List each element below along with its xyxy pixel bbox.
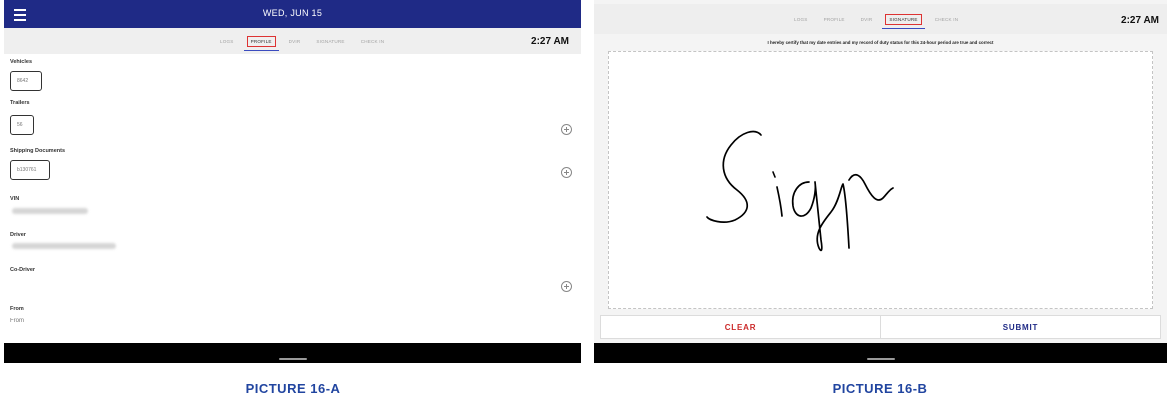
signature-stroke [706,130,894,252]
tab-bar: LOGS PROFILE DVIR SIGNATURE CHECK IN 2:2… [4,28,581,54]
tab-dvir[interactable]: DVIR [286,37,304,46]
moon-icon[interactable] [558,5,572,21]
from-label: From [10,306,24,312]
tab-logs[interactable]: LOGS [217,37,237,46]
caption-picture-a: PICTURE 16-A [245,381,341,396]
clear-button[interactable]: CLEAR [601,316,880,338]
submit-button[interactable]: SUBMIT [880,316,1160,338]
vehicles-label: Vehicles [10,59,33,65]
app-header: WED, JUN 15 [4,0,581,28]
vehicle-chip[interactable]: 8642 [10,71,42,91]
co-driver-label: Co-Driver [10,267,36,273]
signature-pad[interactable] [608,51,1153,309]
signature-actions: CLEAR SUBMIT [600,315,1161,339]
vin-label: VIN [10,196,20,202]
certification-text: I hereby certify that my date entries an… [767,40,994,45]
driver-value-redacted [12,243,116,249]
tab-check-in[interactable]: CHECK IN [358,37,388,46]
home-handle[interactable] [278,358,307,360]
current-time: 2:27 AM [531,36,569,47]
header-date: WED, JUN 15 [262,8,323,18]
system-nav-bar [4,343,581,363]
add-co-driver-icon[interactable] [561,281,572,292]
shipping-document-chip[interactable]: b130761 [10,160,50,180]
system-nav-bar [594,343,1167,363]
tab-signature[interactable]: SIGNATURE [313,37,347,46]
current-time: 2:27 AM [1121,15,1159,26]
tab-profile[interactable]: PROFILE [821,15,848,24]
add-trailer-icon[interactable] [561,124,572,135]
driver-label: Driver [10,232,26,238]
vin-value-redacted [12,208,88,214]
trailers-label: Trailers [10,100,30,106]
tab-bar: LOGS PROFILE DVIR SIGNATURE CHECK IN 2:2… [594,4,1167,34]
home-handle[interactable] [866,358,895,360]
shipping-documents-label: Shipping Documents [10,148,65,154]
add-shipping-document-icon[interactable] [561,167,572,178]
profile-screen: WED, JUN 15 LOGS PROFILE DVIR SIGNATURE … [4,0,581,363]
tab-dvir[interactable]: DVIR [858,15,876,24]
tab-signature[interactable]: SIGNATURE [882,13,925,29]
tab-logs[interactable]: LOGS [791,15,811,24]
from-input[interactable] [10,318,210,324]
tab-profile[interactable]: PROFILE [243,35,279,51]
tab-check-in[interactable]: CHECK IN [932,15,962,24]
trailer-chip[interactable]: 56 [10,115,34,135]
signature-screen: LOGS PROFILE DVIR SIGNATURE CHECK IN 2:2… [594,0,1167,363]
caption-picture-b: PICTURE 16-B [832,381,928,396]
